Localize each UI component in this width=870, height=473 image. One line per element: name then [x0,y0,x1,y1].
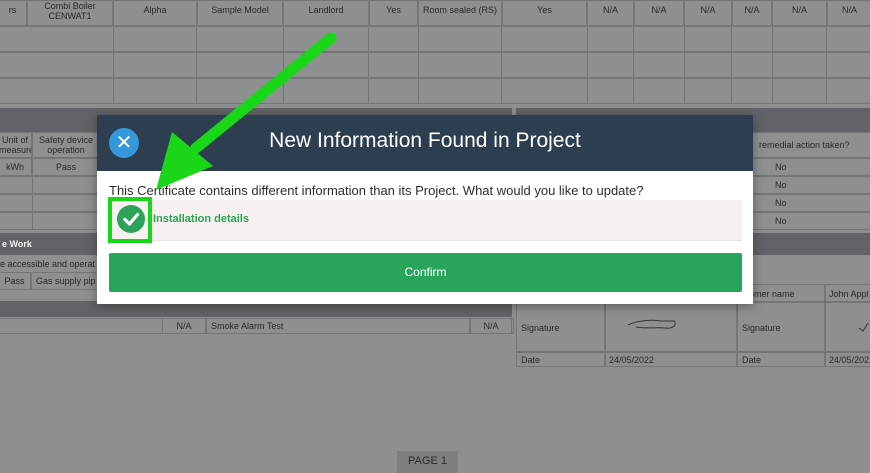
annotation-arrow-icon [156,32,337,190]
